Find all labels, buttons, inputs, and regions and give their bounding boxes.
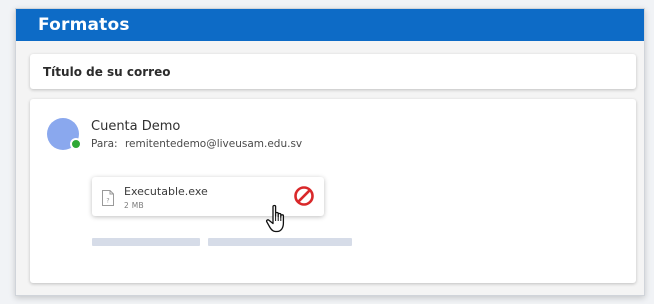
sender-name: Cuenta Demo (91, 119, 181, 134)
attachment-file-size: 2 MB (124, 201, 144, 210)
to-label: Para: (91, 138, 118, 150)
panel-header: Formatos (16, 9, 644, 41)
svg-text:?: ? (106, 198, 109, 205)
recipient-line: Para: remitentedemo@liveusam.edu.sv (91, 138, 302, 150)
recipient-address: remitentedemo@liveusam.edu.sv (124, 138, 303, 150)
email-subject-card: Título de su correo (30, 54, 636, 89)
presence-online-icon (70, 138, 82, 150)
panel-title: Formatos (38, 15, 130, 35)
email-subject: Título de su correo (43, 65, 171, 79)
placeholder-bar (92, 238, 200, 246)
formatos-panel: Formatos Título de su correo Cuenta Demo… (15, 8, 645, 296)
blocked-icon[interactable] (293, 185, 315, 207)
unknown-file-icon: ? (102, 190, 114, 206)
attachment-file-name: Executable.exe (124, 185, 208, 198)
email-message-card: Cuenta Demo Para: remitentedemo@liveusam… (30, 99, 636, 283)
hand-pointer-icon (265, 204, 285, 233)
placeholder-bar (208, 238, 352, 246)
